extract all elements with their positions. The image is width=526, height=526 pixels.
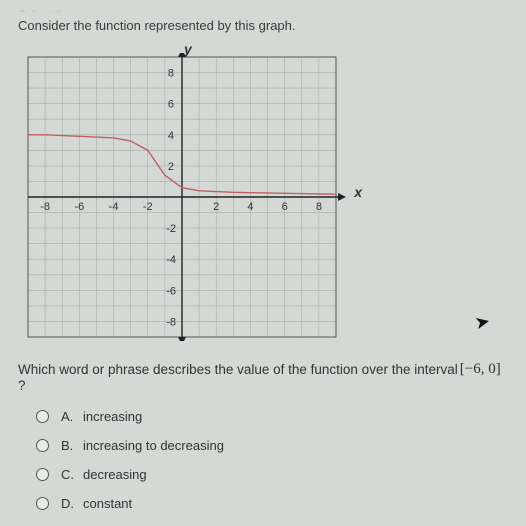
option-letter: D. bbox=[61, 496, 83, 511]
svg-text:4: 4 bbox=[168, 130, 174, 142]
option-c[interactable]: C.decreasing bbox=[36, 467, 508, 482]
x-axis-label: x bbox=[354, 184, 362, 200]
option-a[interactable]: A.increasing bbox=[36, 409, 508, 424]
svg-text:2: 2 bbox=[168, 161, 174, 173]
radio-icon[interactable] bbox=[36, 439, 49, 452]
function-graph: y x -8-6-4-224682468-2-4-6-8 bbox=[18, 43, 358, 343]
radio-icon[interactable] bbox=[36, 497, 49, 510]
svg-text:-4: -4 bbox=[109, 201, 119, 213]
svg-text:-6: -6 bbox=[74, 201, 84, 213]
options-list: A.increasingB.increasing to decreasingC.… bbox=[18, 409, 508, 511]
option-text: constant bbox=[83, 496, 132, 511]
option-text: increasing to decreasing bbox=[83, 438, 224, 453]
radio-icon[interactable] bbox=[36, 468, 49, 481]
option-letter: A. bbox=[61, 409, 83, 424]
interval-notation: [−6, 0] bbox=[460, 361, 501, 378]
svg-text:-6: -6 bbox=[166, 285, 176, 297]
option-text: increasing bbox=[83, 409, 142, 424]
truncated-header: Select the correct answer. bbox=[18, 8, 508, 12]
prompt-text: Consider the function represented by thi… bbox=[18, 18, 508, 33]
svg-text:-8: -8 bbox=[40, 201, 50, 213]
question-text: Which word or phrase describes the value… bbox=[18, 361, 508, 393]
svg-text:8: 8 bbox=[316, 201, 322, 213]
svg-text:-2: -2 bbox=[143, 201, 153, 213]
option-text: decreasing bbox=[83, 467, 147, 482]
cursor-icon: ➤ bbox=[473, 311, 492, 335]
svg-text:-4: -4 bbox=[166, 254, 176, 266]
svg-text:-2: -2 bbox=[166, 223, 176, 235]
svg-text:4: 4 bbox=[247, 201, 253, 213]
svg-text:6: 6 bbox=[282, 201, 288, 213]
svg-text:6: 6 bbox=[168, 99, 174, 111]
svg-text:2: 2 bbox=[213, 201, 219, 213]
chart-svg: -8 -6 -4 -2 2 4 6 8 2 4 6 8 -2 -4 -6 -8 bbox=[18, 53, 354, 341]
option-letter: B. bbox=[61, 438, 83, 453]
radio-icon[interactable] bbox=[36, 410, 49, 423]
option-d[interactable]: D.constant bbox=[36, 496, 508, 511]
svg-text:8: 8 bbox=[168, 68, 174, 80]
svg-text:-8: -8 bbox=[166, 316, 176, 328]
question-suffix: ? bbox=[18, 378, 26, 393]
question-prefix: Which word or phrase describes the value… bbox=[18, 362, 458, 377]
option-letter: C. bbox=[61, 467, 83, 482]
option-b[interactable]: B.increasing to decreasing bbox=[36, 438, 508, 453]
